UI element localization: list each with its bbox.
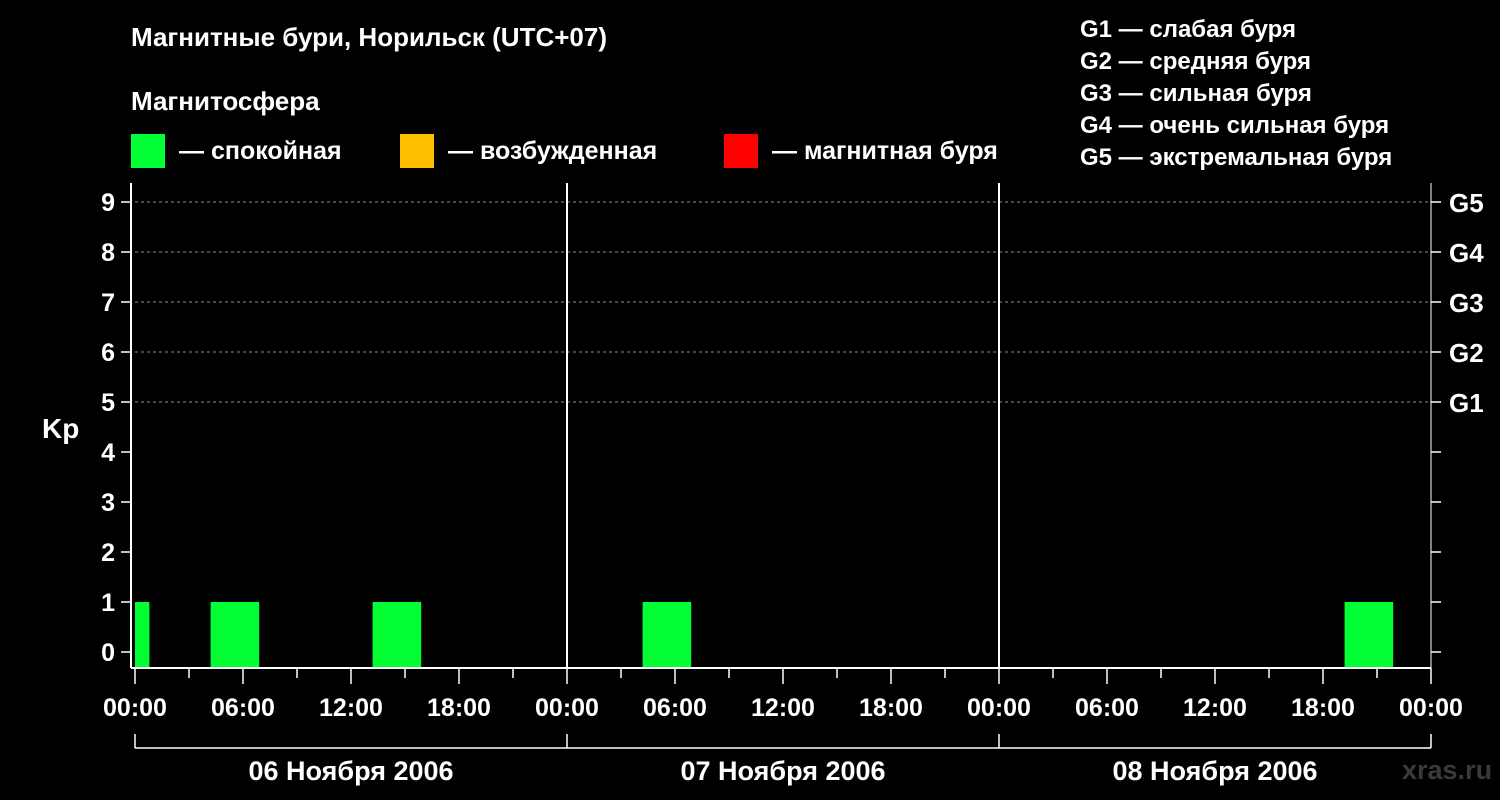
day-label-3: 08 Ноября 2006 xyxy=(1112,756,1317,786)
x-tick-label-10: 12:00 xyxy=(1183,694,1247,722)
right-tick-label-g1: G1 xyxy=(1449,388,1484,418)
right-tick-label-g2: G2 xyxy=(1449,338,1484,368)
y-tick-label-8: 8 xyxy=(101,239,115,267)
y-tick-label-0: 0 xyxy=(101,639,115,667)
x-tick-label-5: 06:00 xyxy=(643,694,707,722)
x-tick-label-6: 12:00 xyxy=(751,694,815,722)
kp-bar-2 xyxy=(210,602,260,668)
y-tick-label-6: 6 xyxy=(101,339,115,367)
x-tick-label-4: 00:00 xyxy=(535,694,599,722)
y-axis-label: Kp xyxy=(42,413,79,444)
x-tick-label-0: 00:00 xyxy=(103,694,167,722)
x-tick-label-7: 18:00 xyxy=(859,694,923,722)
day-label-1: 06 Ноября 2006 xyxy=(248,756,453,786)
kp-bar-1 xyxy=(135,602,150,668)
kp-bar-3 xyxy=(372,602,422,668)
right-tick-label-g3: G3 xyxy=(1449,288,1484,318)
x-tick-label-3: 18:00 xyxy=(427,694,491,722)
y-tick-label-9: 9 xyxy=(101,189,115,217)
x-tick-label-1: 06:00 xyxy=(211,694,275,722)
y-tick-label-3: 3 xyxy=(101,489,115,517)
right-tick-label-g5: G5 xyxy=(1449,188,1484,218)
x-tick-label-12: 00:00 xyxy=(1399,694,1463,722)
x-tick-label-11: 18:00 xyxy=(1291,694,1355,722)
right-tick-label-g4: G4 xyxy=(1449,238,1484,268)
day-label-2: 07 Ноября 2006 xyxy=(680,756,885,786)
x-tick-label-9: 06:00 xyxy=(1075,694,1139,722)
y-tick-label-1: 1 xyxy=(101,589,115,617)
kp-bar-5 xyxy=(1344,602,1394,668)
y-tick-label-7: 7 xyxy=(101,289,115,317)
y-tick-label-2: 2 xyxy=(101,539,115,567)
y-tick-label-5: 5 xyxy=(101,389,115,417)
kp-chart: 0 1 2 3 4 5 6 7 8 9 G1 G2 G3 G4 G5 Kp 00:00 06:00 12:00 18:… xyxy=(42,183,1484,786)
y-tick-label-4: 4 xyxy=(101,439,115,467)
kp-bar-4 xyxy=(642,602,692,668)
x-tick-label-8: 00:00 xyxy=(967,694,1031,722)
watermark: xras.ru xyxy=(1402,755,1493,785)
x-tick-label-2: 12:00 xyxy=(319,694,383,722)
